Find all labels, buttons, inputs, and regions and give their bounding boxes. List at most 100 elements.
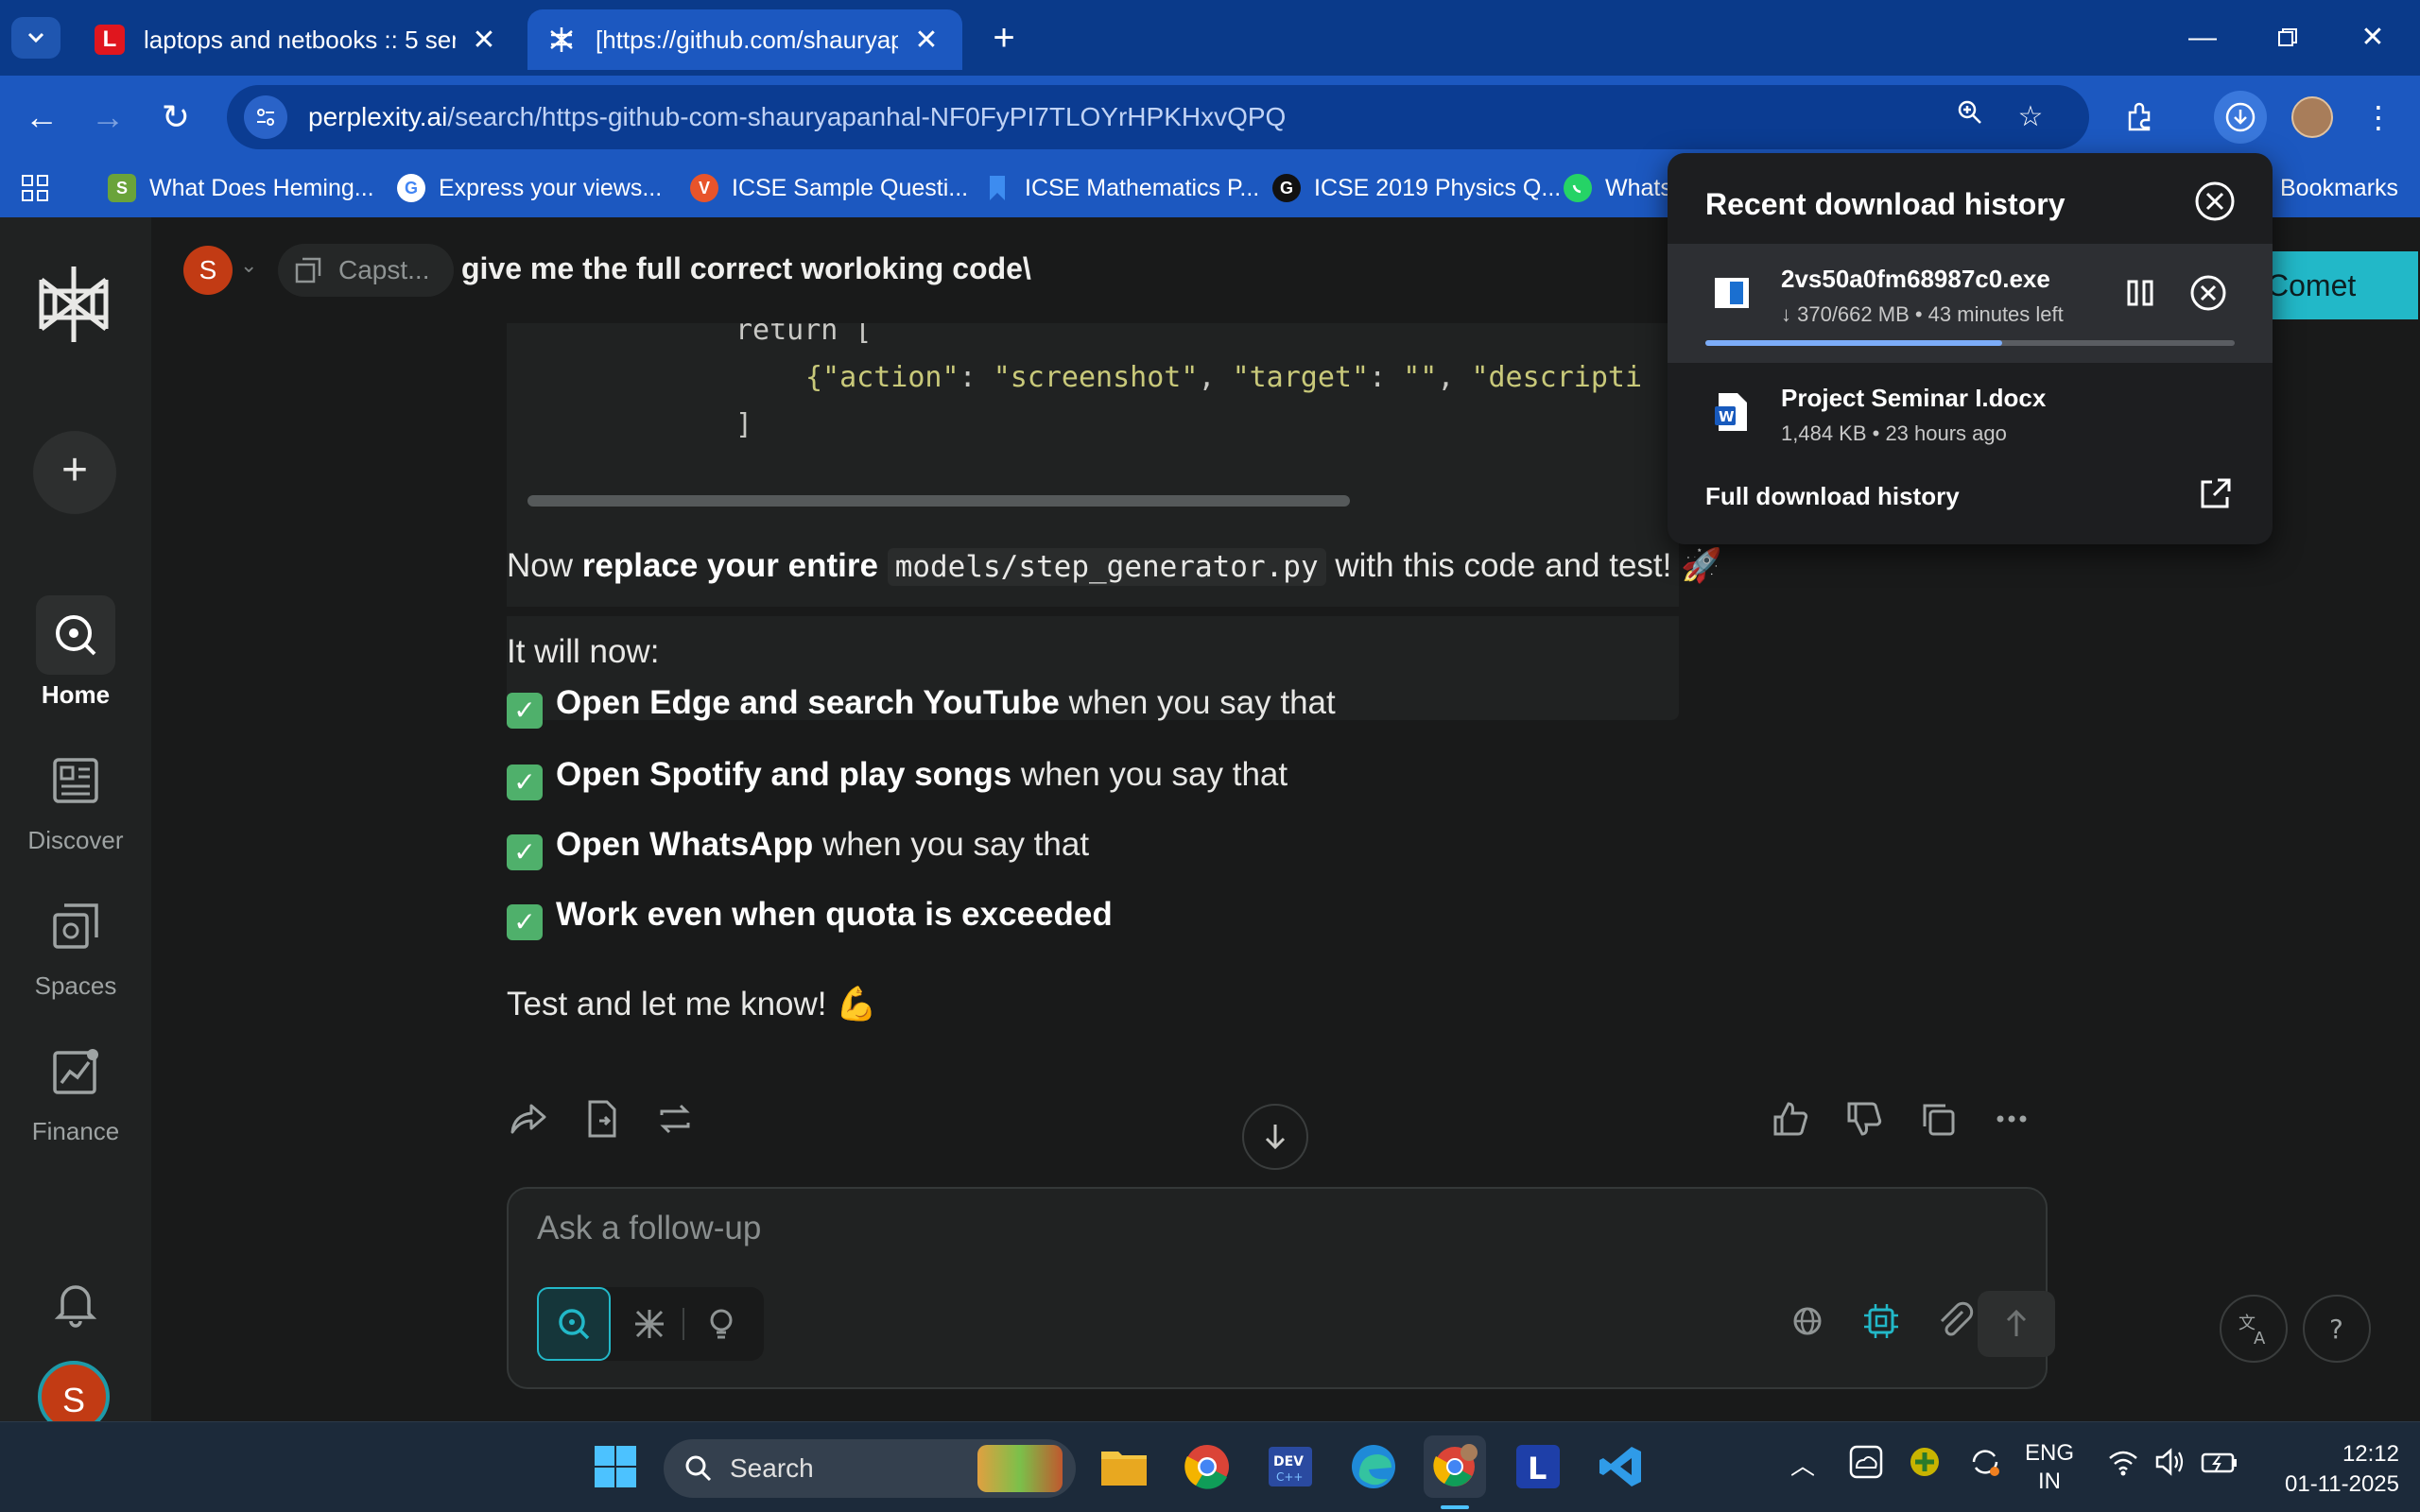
close-icon[interactable] [2193,180,2237,223]
tray-app-icon[interactable] [1906,1443,1944,1487]
spaces-icon [36,886,115,966]
tray-overflow-chevron-icon[interactable]: ︿ [1790,1447,1815,1482]
reload-icon[interactable]: ↻ [149,91,202,144]
back-icon[interactable]: ← [15,91,68,144]
popup-title: Recent download history [1705,187,2066,221]
dev-app-icon[interactable]: DEV C++ [1259,1435,1322,1498]
file-explorer-icon[interactable] [1093,1435,1155,1498]
space-chip[interactable]: Capst... [278,244,455,297]
sidebar-item-discover[interactable]: Discover [0,741,151,855]
chrome-icon[interactable] [1176,1435,1238,1498]
search-highlight-image [977,1445,1063,1492]
more-options-icon[interactable] [1991,1098,2032,1140]
forward-icon[interactable]: → [81,91,134,144]
download-item[interactable]: W Project Seminar I.docx 1,484 KB • 23 h… [1668,363,2273,482]
spaces-icon [295,257,321,284]
menu-kebab-icon[interactable]: ⋮ [2352,91,2405,144]
chevron-down-icon[interactable]: ⌄ [240,253,257,278]
check-icon: ✓ [507,834,543,870]
bookmark-item[interactable]: S What Does Heming... [108,170,374,206]
sync-icon[interactable] [1966,1443,2004,1487]
bookmark-item[interactable]: Whats [1564,170,1672,206]
send-button[interactable] [1978,1291,2055,1357]
onedrive-icon[interactable] [1847,1443,1885,1487]
thumbs-up-icon[interactable] [1770,1098,1811,1140]
notifications-bell-icon[interactable] [49,1276,102,1329]
code-scroll-track[interactable] [507,490,1679,512]
export-icon[interactable] [580,1098,622,1140]
perplexity-logo-icon[interactable] [34,263,113,346]
tab-search-button[interactable] [11,17,60,59]
chrome-profile-icon[interactable] [1424,1435,1486,1498]
windows-start-icon[interactable] [584,1435,647,1498]
help-button[interactable]: ? [2303,1295,2371,1363]
tab-close-icon[interactable]: ✕ [909,24,943,57]
sidebar-item-finance[interactable]: Finance [0,1032,151,1146]
cancel-download-icon[interactable] [2187,272,2229,314]
battery-icon[interactable] [2201,1445,2238,1486]
vscode-icon[interactable] [1590,1435,1652,1498]
language-indicator[interactable]: ENG IN [2025,1439,2074,1496]
copy-icon[interactable] [1917,1098,1959,1140]
translate-button[interactable]: 文A [2220,1295,2288,1363]
bookmark-item[interactable]: V ICSE Sample Questi... [690,170,968,206]
bookmark-star-icon[interactable]: ☆ [2012,98,2049,136]
tab-laptops[interactable]: L laptops and netbooks :: 5 series ✕ [76,9,520,70]
taskbar-search[interactable]: Search [664,1439,1076,1498]
pause-icon[interactable] [2121,272,2159,314]
globe-icon[interactable] [1777,1291,1838,1351]
rewrite-icon[interactable] [654,1098,696,1140]
exe-file-icon [1715,278,1749,308]
mode-search-button[interactable] [537,1287,611,1361]
thumbs-down-icon[interactable] [1843,1098,1885,1140]
address-bar[interactable]: perplexity.ai/search/https-github-com-sh… [227,85,2089,149]
bookmark-item[interactable]: G Express your views... [397,170,662,206]
finance-icon [36,1032,115,1111]
downloads-button[interactable] [2214,91,2267,144]
follow-up-input[interactable]: Ask a follow-up [537,1210,761,1247]
zoom-icon[interactable] [1951,98,1989,136]
apps-grid-icon[interactable] [21,170,49,206]
labs-lightbulb-icon[interactable] [703,1306,739,1342]
sidebar-item-spaces[interactable]: Spaces [0,886,151,1001]
extensions-icon[interactable] [2114,91,2167,144]
bookmarks-folder[interactable]: Bookmarks [2280,170,2398,206]
window-close-icon[interactable]: ✕ [2344,13,2401,62]
follow-up-composer[interactable]: Ask a follow-up [507,1187,2055,1389]
tab-title: laptops and netbooks :: 5 series [144,25,456,54]
edge-icon[interactable] [1342,1435,1405,1498]
code-line: ] [735,408,753,441]
scroll-down-button[interactable] [1242,1104,1308,1170]
new-thread-button[interactable]: + [33,431,116,514]
tab-close-icon[interactable]: ✕ [467,24,501,57]
full-download-history-link[interactable]: Full download history [1705,482,1960,511]
bookmark-favicon: S [108,174,136,202]
user-badge[interactable]: S [183,246,233,295]
tab-perplexity[interactable]: [https://github.com/shauryapan ✕ [527,9,962,70]
restore-icon[interactable] [2259,13,2316,62]
bookmark-item[interactable]: G ICSE 2019 Physics Q... [1272,170,1561,206]
wifi-icon[interactable] [2106,1445,2140,1486]
new-tab-button[interactable]: + [983,17,1025,59]
minimize-icon[interactable]: — [2174,13,2231,62]
share-icon[interactable] [507,1098,548,1140]
sidebar-item-home[interactable]: Home [0,595,151,710]
open-external-icon[interactable] [2197,476,2233,512]
sidebar-item-label: Finance [31,1117,120,1145]
code-scroll-thumb[interactable] [527,495,1350,507]
model-chip-icon[interactable] [1851,1291,1911,1351]
site-info-icon[interactable] [244,95,287,139]
l-app-icon[interactable]: L [1507,1435,1569,1498]
volume-icon[interactable] [2153,1445,2187,1486]
app-sidebar: + Home Discover Spaces Finance S [0,217,151,1433]
svg-text:DEV: DEV [1273,1454,1304,1469]
download-item[interactable]: 2vs50a0fm68987c0.exe ↓ 370/662 MB • 43 m… [1668,244,2273,363]
research-mode-icon[interactable] [631,1306,667,1342]
url-text: perplexity.ai/search/https-github-com-sh… [308,102,1287,131]
attach-paperclip-icon[interactable] [1925,1291,1985,1351]
google-icon: G [397,174,425,202]
clock[interactable]: 12:12 01-11-2025 [2257,1439,2399,1500]
profile-avatar[interactable] [2291,96,2333,138]
bookmark-item[interactable]: ICSE Mathematics P... [983,170,1259,206]
sidebar-item-label: Home [41,680,111,709]
